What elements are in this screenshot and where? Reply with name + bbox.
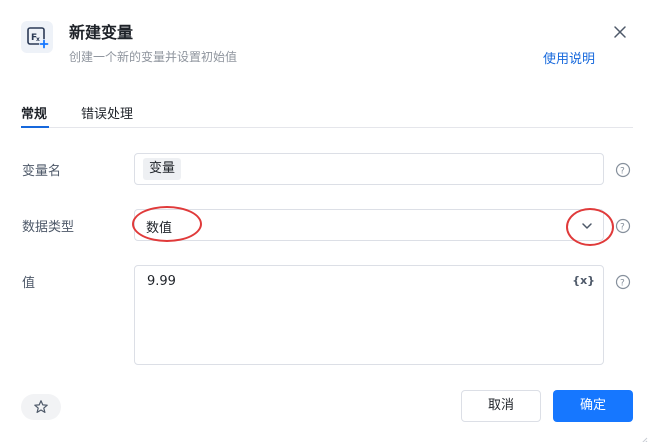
svg-text:?: ? <box>620 223 625 233</box>
favorite-button[interactable] <box>21 394 61 420</box>
help-icon[interactable]: ? <box>615 218 631 234</box>
variable-function-icon: F x <box>21 21 53 53</box>
variable-name-label: 变量名 <box>22 164 62 179</box>
variable-name-tag: 变量 <box>143 158 182 180</box>
tab-bar: 常规 错误处理 <box>21 101 633 128</box>
svg-text:?: ? <box>620 279 625 289</box>
tab-general[interactable]: 常规 <box>21 103 47 122</box>
variable-name-field[interactable]: 变量 <box>134 153 604 185</box>
data-type-select[interactable]: 数值 <box>134 209 604 241</box>
resize-grip-icon[interactable] <box>640 430 648 442</box>
value-label: 值 <box>22 276 36 291</box>
annotation-circle-type-value <box>132 206 202 242</box>
tab-general-label: 常规 <box>21 107 48 122</box>
tab-error-handling[interactable]: 错误处理 <box>81 103 133 122</box>
svg-text:x: x <box>36 36 40 43</box>
confirm-button[interactable]: 确定 <box>553 390 633 422</box>
help-icon[interactable]: ? <box>615 162 631 178</box>
dialog-subtitle: 创建一个新的变量并设置初始值 <box>69 50 238 64</box>
insert-variable-icon[interactable]: {x} <box>572 274 595 287</box>
value-textarea[interactable]: 9.99 {x} <box>134 265 604 365</box>
tab-error-handling-label: 错误处理 <box>81 107 134 122</box>
dialog-title: 新建变量 <box>69 23 134 42</box>
star-icon <box>34 400 48 413</box>
data-type-label: 数据类型 <box>22 220 75 235</box>
close-icon[interactable] <box>610 22 630 42</box>
help-link[interactable]: 使用说明 <box>543 48 595 67</box>
active-tab-indicator <box>21 126 49 128</box>
value-text: 9.99 <box>147 274 176 289</box>
annotation-circle-dropdown <box>566 208 614 246</box>
new-variable-dialog: F x 新建变量 创建一个新的变量并设置初始值 使用说明 常规 错误处理 变量名… <box>0 0 652 442</box>
svg-text:?: ? <box>620 167 625 177</box>
cancel-button[interactable]: 取消 <box>461 390 541 422</box>
help-icon[interactable]: ? <box>615 274 631 290</box>
